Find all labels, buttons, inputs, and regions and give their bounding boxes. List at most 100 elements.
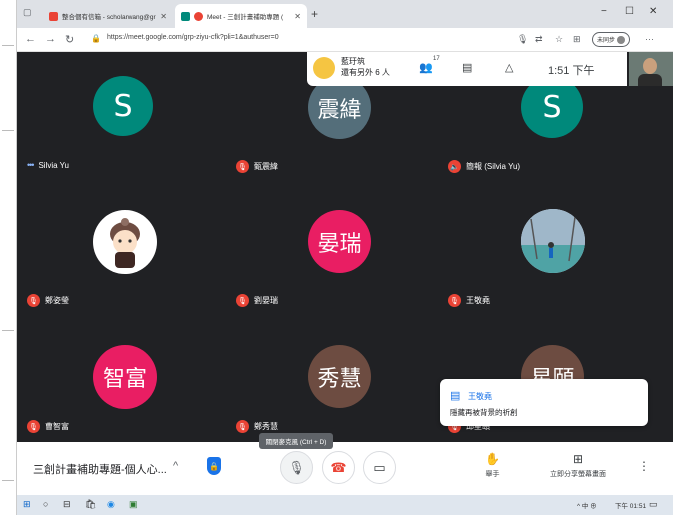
reload-icon[interactable]: ↻ — [65, 33, 74, 46]
host-avatar — [313, 57, 335, 79]
hand-icon: ✋ — [485, 452, 500, 466]
forward-icon[interactable]: → — [45, 33, 56, 45]
tab-label: 整合個有信箱 - scholarwang@gr — [62, 14, 156, 21]
participant-name-text: 鄭秀慧 — [254, 422, 278, 431]
self-view-video[interactable] — [629, 52, 673, 86]
participant-name: 🎙 鄭姿瑩 — [27, 294, 69, 307]
recording-icon — [194, 11, 203, 21]
self-view-body — [638, 74, 662, 86]
favorite-icon[interactable]: ☆ — [555, 34, 563, 45]
collections-icon[interactable]: ⊞ — [573, 34, 581, 45]
self-view-head — [643, 58, 657, 74]
mic-off-icon: 🎙 — [236, 420, 249, 433]
camera-button[interactable]: ▭ — [363, 451, 396, 484]
tab-gmail[interactable]: 整合個有信箱 - scholarwang@gr ✕ — [43, 4, 173, 28]
participant-name: 🎙 王敬堯 — [448, 294, 490, 307]
mic-off-icon: 🎙 — [27, 420, 40, 433]
present-icon: ⊞ — [572, 452, 584, 466]
address-bar[interactable]: 🔒 https://meet.google.com/grp-ziyu-cfk?p… — [87, 31, 567, 49]
lock-icon[interactable]: 🔒 — [91, 34, 101, 43]
store-icon[interactable]: 🛍 — [85, 499, 96, 510]
url-text[interactable]: https://meet.google.com/grp-ziyu-cfk?pli… — [107, 34, 279, 41]
minimize-button[interactable]: − — [601, 6, 607, 17]
people-icon[interactable]: 👥 — [419, 61, 433, 74]
browser-toolbar: ← → ↻ 🔒 https://meet.google.com/grp-ziyu… — [17, 28, 673, 52]
participant-photo — [521, 209, 585, 273]
participant-name-text: 簡報 (Silvia Yu) — [466, 162, 521, 171]
avatar-initials: S — [542, 89, 562, 125]
camera-icon: ▭ — [373, 459, 386, 475]
participants-count: 17 — [433, 56, 440, 62]
participant-name: 🎙 曹智富 — [27, 420, 69, 433]
translate-icon[interactable]: ⇄ — [535, 34, 543, 45]
present-label: 立即分享螢幕畫面 — [550, 471, 606, 478]
participant-name: 🔈 簡報 (Silvia Yu) — [448, 160, 520, 173]
avatar — [617, 35, 625, 44]
left-window-edge — [0, 0, 17, 515]
activities-icon[interactable]: △ — [505, 61, 513, 74]
chat-sender: 王敬堯 — [468, 392, 492, 401]
back-icon[interactable]: ← — [25, 33, 36, 45]
search-icon[interactable]: ○ — [43, 499, 48, 509]
microphone-button[interactable]: 🎙 — [280, 451, 313, 484]
leave-call-button[interactable]: ☎ — [322, 451, 355, 484]
profile-label: 未同步 — [596, 38, 615, 44]
close-tab-icon[interactable]: ✕ — [160, 12, 167, 21]
chat-message: 隱藏再被背景的祈創 — [450, 408, 518, 417]
notifications-icon[interactable]: ▭ — [649, 499, 658, 510]
participant-avatar: 智富 — [93, 345, 157, 409]
chat-icon[interactable]: ▤ — [462, 61, 472, 74]
meeting-clock: 1:51 下午 — [548, 65, 595, 77]
profile-button[interactable]: 未同步 — [592, 32, 630, 47]
system-tray[interactable]: ^ 中 ⊕ — [577, 500, 597, 510]
screen: ▢ 整合個有信箱 - scholarwang@gr ✕ Meet - 三創計畫補… — [0, 0, 673, 515]
tab-meet[interactable]: Meet - 三創計畫補助專題 ( ✕ — [175, 4, 307, 28]
close-tab-icon[interactable]: ✕ — [294, 12, 301, 21]
avatar-initials: 晏瑞 — [317, 231, 362, 257]
new-tab-button[interactable]: + — [311, 7, 318, 21]
more-menu-icon[interactable]: ··· — [645, 34, 654, 44]
host-controls-icon[interactable]: 🔒 — [207, 457, 221, 475]
present-now-button[interactable]: ⊞ 立即分享螢幕畫面 — [550, 452, 606, 479]
meeting-controls: 三創計畫補助專題-個人心... ^ 🔒 🎙 ☎ ▭ ✋ 舉手 ⊞ 立即分享螢幕畫… — [17, 442, 673, 495]
others-count: 還有另外 6 人 — [341, 68, 390, 77]
close-window-button[interactable]: ✕ — [649, 6, 657, 17]
chat-notification[interactable]: ▤ 王敬堯 隱藏再被背景的祈創 — [440, 379, 648, 426]
sound-off-icon: 🔈 — [448, 160, 461, 173]
participant-name-text: 鄭姿瑩 — [45, 296, 69, 305]
participant-name-text: 王敬堯 — [466, 296, 490, 305]
avatar-initials: 智富 — [102, 367, 147, 392]
maximize-button[interactable]: ☐ — [625, 6, 634, 17]
mic-off-icon: 🎙 — [236, 294, 249, 307]
tab-label: Meet - 三創計畫補助專題 ( — [207, 14, 284, 21]
edge-icon[interactable]: ◉ — [107, 499, 115, 510]
meeting-title[interactable]: 三創計畫補助專題-個人心... — [33, 461, 167, 477]
phone-hangup-icon: ☎ — [330, 459, 347, 475]
tab-actions-icon[interactable]: ▢ — [23, 7, 32, 18]
raise-hand-label: 舉手 — [485, 471, 500, 478]
taskbar: ⊞ ○ ⊟ 🛍 ◉ ▣ ^ 中 ⊕ 下午 01:51 ▭ — [17, 495, 673, 515]
raise-hand-button[interactable]: ✋ 舉手 — [485, 452, 500, 479]
windows-start-icon[interactable]: ⊞ — [23, 499, 31, 510]
task-view-icon[interactable]: ⊟ — [63, 499, 71, 510]
more-options-icon[interactable]: ⋮ — [638, 459, 650, 473]
mic-icon: 🎙 — [288, 459, 305, 475]
chevron-up-icon[interactable]: ^ — [173, 460, 178, 472]
participant-name: 🎙 甄震緯 — [236, 160, 278, 173]
chat-bubble-icon: ▤ — [450, 390, 461, 402]
sports-court-photo-icon — [521, 209, 585, 273]
app-icon[interactable]: ▣ — [129, 499, 138, 510]
participant-name-text: 甄震緯 — [254, 162, 278, 171]
mic-in-use-icon[interactable]: 🎙 — [517, 34, 528, 45]
meet-icon — [181, 11, 190, 21]
gmail-icon — [49, 11, 58, 21]
cartoon-avatar-icon — [110, 218, 140, 268]
participant-name-text: 劉晏瑞 — [254, 296, 278, 305]
avatar-initials: S — [113, 88, 133, 124]
host-name: 藍玗筑 — [341, 57, 365, 66]
participant-avatar: 秀慧 — [308, 345, 371, 408]
speaking-icon: ••• — [27, 160, 35, 170]
participant-name: 🎙 鄭秀慧 — [236, 420, 278, 433]
mic-off-icon: 🎙 — [236, 160, 249, 173]
participant-name: 🎙 劉晏瑞 — [236, 294, 278, 307]
